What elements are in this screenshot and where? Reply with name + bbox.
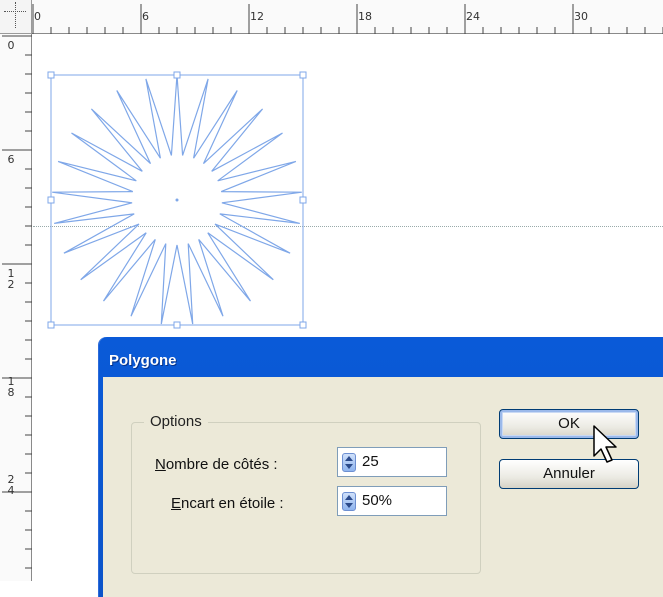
inset-label: Encart en étoile : bbox=[171, 495, 284, 512]
selection-handle[interactable] bbox=[299, 321, 307, 329]
arrow-cursor-icon bbox=[593, 425, 617, 463]
ruler-top-label: 24 bbox=[466, 10, 480, 23]
selection-handle[interactable] bbox=[299, 196, 307, 204]
ruler-left-label: 0 bbox=[7, 39, 15, 52]
sides-stepper[interactable]: 25 bbox=[337, 447, 447, 477]
dialog-title: Polygone bbox=[109, 352, 177, 369]
ruler-top-label: 12 bbox=[250, 10, 264, 23]
ruler-left-label: 6 bbox=[7, 153, 15, 166]
sides-label: Nombre de côtés : bbox=[155, 456, 278, 473]
center-point bbox=[175, 198, 179, 202]
inset-label-mnemonic: E bbox=[171, 495, 182, 512]
selection-handle[interactable] bbox=[47, 321, 55, 329]
selection-handle[interactable] bbox=[173, 321, 181, 329]
selection-handle[interactable] bbox=[47, 71, 55, 79]
spinner-arrows-icon[interactable] bbox=[342, 492, 356, 511]
vertical-ruler[interactable]: 0 6 1 2 1 8 2 4 bbox=[0, 34, 32, 581]
ruler-left-label: 2 4 bbox=[7, 473, 15, 497]
selection-handle[interactable] bbox=[299, 71, 307, 79]
inset-label-text: ncart en étoile : bbox=[181, 495, 284, 512]
vertical-ruler-ticks bbox=[2, 35, 32, 569]
ruler-top-label: 30 bbox=[574, 10, 588, 23]
ruler-top-label: 0 bbox=[34, 10, 41, 23]
ruler-origin[interactable] bbox=[0, 0, 32, 34]
selection-handle[interactable] bbox=[47, 196, 55, 204]
dialog-body: Options Nombre de côtés : 25 Encart en é… bbox=[103, 377, 663, 597]
options-group-label: Options bbox=[144, 413, 208, 430]
selection-handle[interactable] bbox=[173, 71, 181, 79]
polygon-dialog: Polygone Options Nombre de côtés : 25 En… bbox=[99, 337, 663, 597]
sides-label-mnemonic: N bbox=[155, 456, 166, 473]
spinner-arrows-icon[interactable] bbox=[342, 453, 356, 472]
horizontal-ruler[interactable]: 0 6 12 18 24 30 bbox=[32, 0, 663, 34]
inset-stepper[interactable]: 50% bbox=[337, 486, 447, 516]
sides-value[interactable]: 25 bbox=[362, 453, 379, 470]
ruler-left-label: 1 8 bbox=[7, 375, 15, 399]
horizontal-ruler-ticks bbox=[32, 4, 663, 34]
ruler-top-label: 18 bbox=[358, 10, 372, 23]
star-polygon-selection[interactable] bbox=[30, 60, 330, 340]
sides-label-text: ombre de côtés : bbox=[165, 456, 278, 473]
inset-value[interactable]: 50% bbox=[362, 492, 392, 509]
ruler-left-label: 1 2 bbox=[7, 267, 15, 291]
ruler-top-label: 6 bbox=[142, 10, 149, 23]
